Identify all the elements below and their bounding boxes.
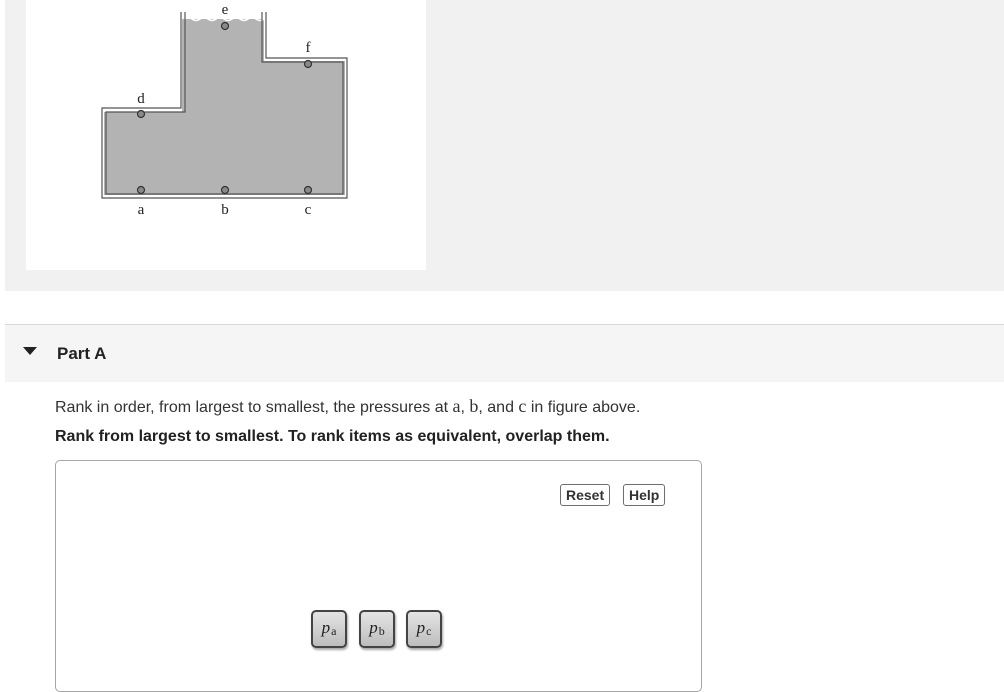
point-a-label: a: [138, 202, 145, 218]
point-e-marker: [220, 21, 230, 31]
part-title: Part A: [57, 344, 107, 363]
question-prefix: Rank in order, from largest to smallest,…: [55, 399, 453, 416]
point-f-label: f: [306, 40, 311, 56]
figure-card: a b c d e f: [26, 0, 426, 270]
point-d-marker: [136, 109, 146, 119]
container-figure: a b c d e f: [101, 2, 348, 218]
point-f-marker: [303, 59, 313, 69]
point-a-marker: [136, 185, 146, 195]
figure-panel: a b c d e f: [5, 0, 1004, 291]
ranking-instruction: Rank from largest to smallest. To rank i…: [55, 428, 610, 445]
ranking-workspace[interactable]: Reset Help pa pb pc: [55, 460, 702, 692]
point-c-marker: [303, 185, 313, 195]
collapse-triangle-icon[interactable]: [23, 347, 37, 355]
tile-symbol: p: [369, 618, 378, 637]
question-suffix: in figure above.: [526, 399, 641, 416]
tile-subscript: a: [331, 624, 337, 638]
point-b-marker: [220, 185, 230, 195]
question-text: Rank in order, from largest to smallest,…: [55, 396, 640, 417]
point-e-label: e: [222, 2, 229, 18]
rank-tile-pb[interactable]: pb: [359, 610, 395, 648]
tile-symbol: p: [321, 618, 331, 637]
question-var-a: a: [452, 396, 461, 416]
question-sep-2: , and: [478, 399, 519, 416]
rank-tile-pc[interactable]: pc: [406, 610, 442, 648]
tile-subscript: c: [426, 624, 432, 638]
rank-tile-pa[interactable]: pa: [311, 610, 347, 648]
point-d-label: d: [137, 91, 145, 107]
reset-button[interactable]: Reset: [560, 484, 611, 506]
part-a-header[interactable]: Part A: [5, 325, 1004, 382]
point-b-label: b: [221, 202, 229, 218]
point-c-label: c: [305, 202, 312, 218]
tile-symbol: p: [416, 618, 426, 637]
tile-subscript: b: [378, 624, 385, 638]
help-button[interactable]: Help: [623, 484, 666, 506]
